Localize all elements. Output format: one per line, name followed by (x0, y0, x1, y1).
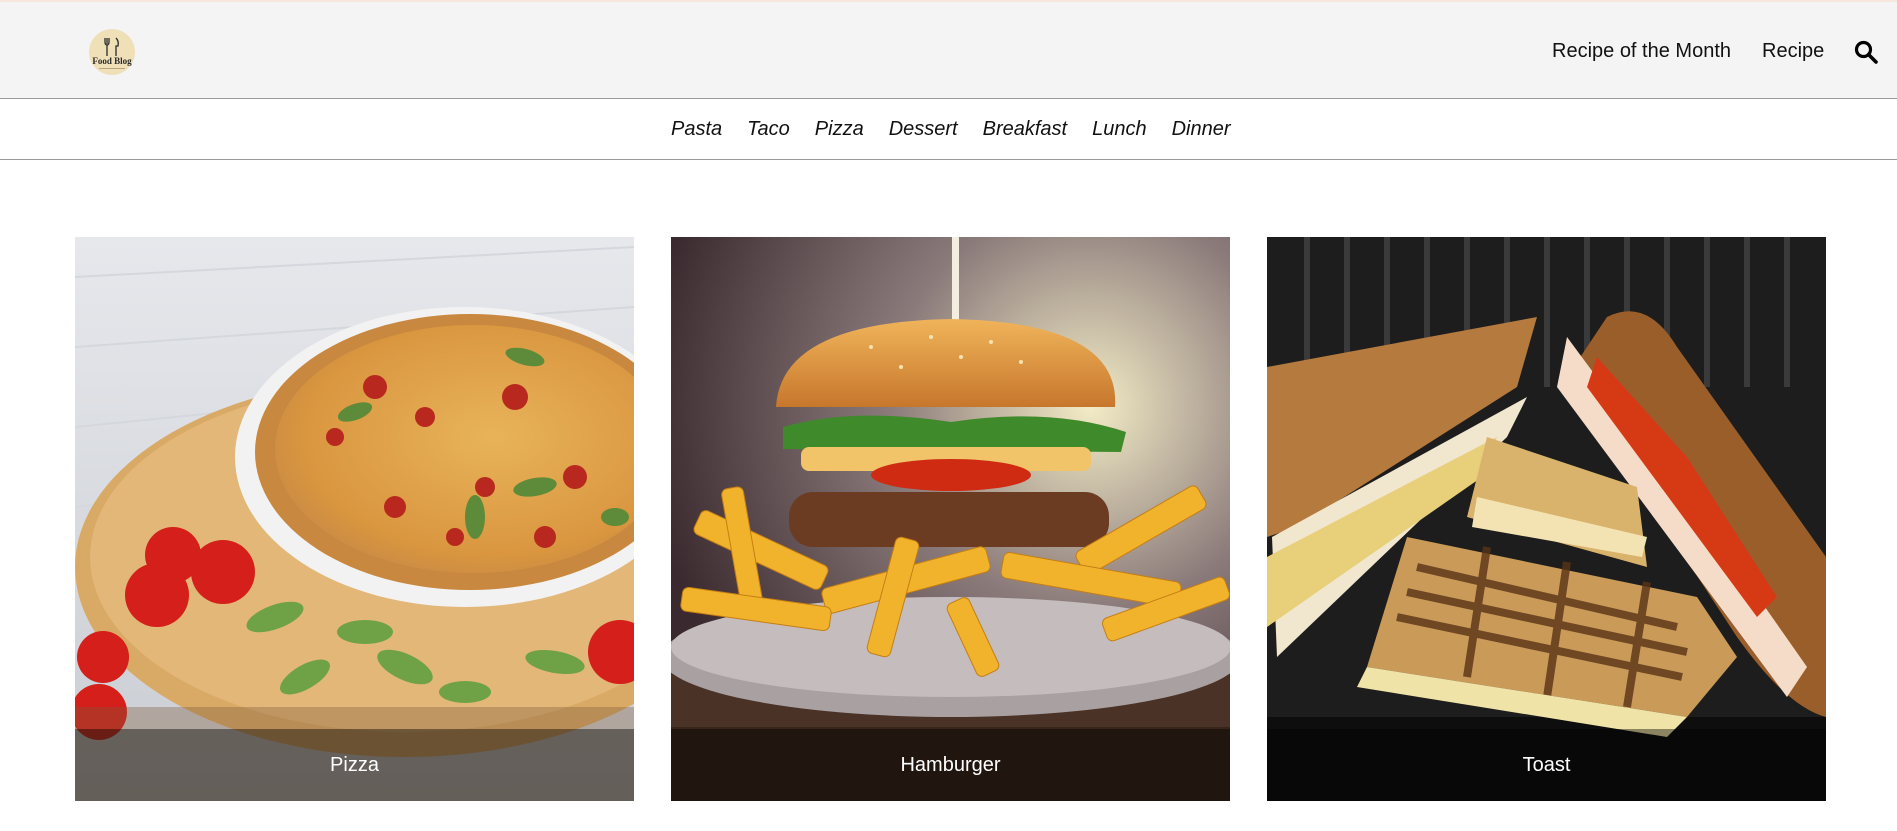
fork-knife-icon (104, 37, 119, 56)
category-breakfast[interactable]: Breakfast (983, 118, 1067, 141)
category-pasta[interactable]: Pasta (671, 118, 722, 141)
category-nav: Pasta Taco Pizza Dessert Breakfast Lunch… (671, 118, 1231, 141)
pizza-photo (75, 237, 634, 801)
toast-photo (1267, 237, 1826, 801)
nav-recipe-of-the-month[interactable]: Recipe of the Month (1552, 40, 1731, 63)
site-header: Food Blog Recipe of the Month Recipe (0, 0, 1897, 99)
search-icon (1854, 40, 1878, 64)
food-blog-logo[interactable]: Food Blog (89, 29, 135, 75)
card-caption: Pizza (75, 729, 634, 801)
category-taco[interactable]: Taco (747, 118, 790, 141)
recipe-card-hamburger[interactable]: Hamburger (671, 237, 1230, 801)
recipe-card-toast[interactable]: Toast (1267, 237, 1826, 801)
hamburger-photo (671, 237, 1230, 801)
category-lunch[interactable]: Lunch (1092, 118, 1147, 141)
recipe-card-pizza[interactable]: Pizza (75, 237, 634, 801)
logo-text: Food Blog (92, 56, 132, 66)
logo-underline (99, 68, 125, 69)
category-pizza[interactable]: Pizza (815, 118, 864, 141)
nav-recipe[interactable]: Recipe (1762, 40, 1824, 63)
search-button[interactable] (1853, 39, 1879, 65)
card-caption: Toast (1267, 729, 1826, 801)
category-dessert[interactable]: Dessert (889, 118, 958, 141)
card-caption: Hamburger (671, 729, 1230, 801)
category-bar: Pasta Taco Pizza Dessert Breakfast Lunch… (0, 100, 1897, 160)
category-dinner[interactable]: Dinner (1172, 118, 1231, 141)
